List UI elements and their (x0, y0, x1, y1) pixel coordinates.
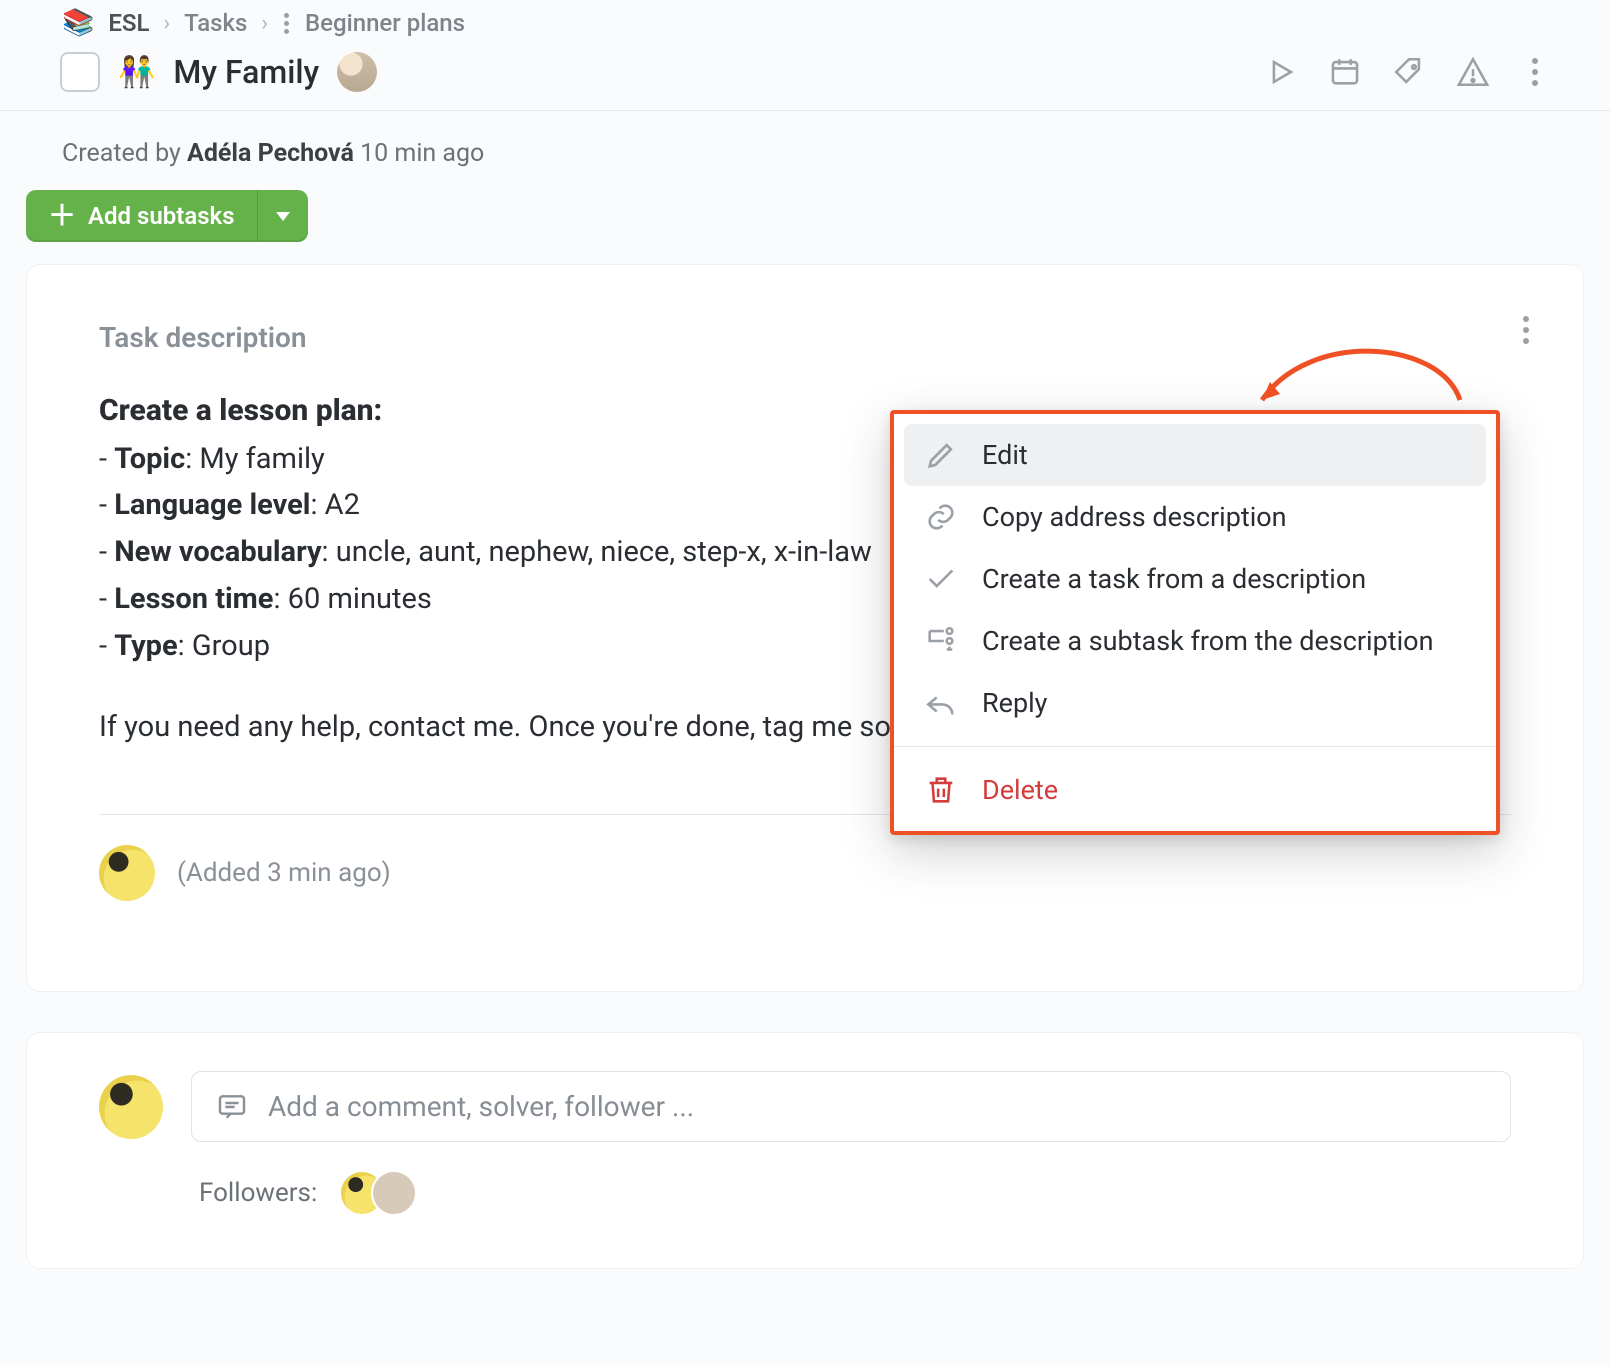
task-page: 📚 ESL › Tasks › Beginner plans 👫 My Fami… (0, 0, 1610, 1329)
comment-input[interactable]: Add a comment, solver, follower ... (191, 1071, 1511, 1142)
created-meta: Created by Adéla Pechová 10 min ago (0, 111, 1610, 168)
add-subtasks-label: Add subtasks (88, 202, 235, 230)
add-subtasks-button[interactable]: ＋ Add subtasks (26, 190, 308, 242)
add-subtasks-dropdown[interactable] (257, 190, 308, 242)
pencil-icon (924, 438, 958, 472)
menu-create-subtask[interactable]: Create a subtask from the description (894, 610, 1496, 672)
project-icon: 📚 (62, 8, 94, 38)
reply-icon (924, 686, 958, 720)
menu-reply[interactable]: Reply (894, 672, 1496, 734)
breadcrumb-section[interactable]: Tasks (184, 9, 247, 37)
menu-copy-address[interactable]: Copy address description (894, 486, 1496, 548)
task-header: 📚 ESL › Tasks › Beginner plans 👫 My Fami… (0, 0, 1610, 111)
assignee-avatar[interactable] (337, 52, 377, 92)
trash-icon (924, 773, 958, 807)
warning-icon[interactable] (1456, 55, 1490, 89)
created-time: 10 min ago (360, 139, 484, 168)
comment-card: Add a comment, solver, follower ... Foll… (26, 1032, 1584, 1269)
chevron-right-icon: › (261, 11, 268, 36)
complete-checkbox[interactable] (60, 52, 100, 92)
followers-stack[interactable] (339, 1170, 417, 1216)
added-time: (Added 3 min ago) (177, 858, 391, 888)
task-emoji: 👫 (118, 55, 155, 90)
chevron-right-icon: › (164, 11, 171, 36)
breadcrumb-project[interactable]: ESL (108, 9, 149, 37)
breadcrumb-current[interactable]: Beginner plans (305, 9, 465, 37)
menu-edit[interactable]: Edit (904, 424, 1486, 486)
plus-icon: ＋ (48, 202, 76, 230)
breadcrumb-more-icon[interactable] (282, 13, 291, 34)
tag-icon[interactable] (1392, 55, 1426, 89)
title-left: 👫 My Family (60, 52, 377, 92)
link-icon (924, 500, 958, 534)
description-heading: Task description (99, 321, 1511, 354)
followers-row: Followers: (199, 1170, 1511, 1216)
divider (894, 746, 1496, 747)
description-context-menu: Edit Copy address description Create a t… (890, 410, 1500, 835)
added-row: (Added 3 min ago) (99, 845, 1511, 901)
subtask-icon (924, 624, 958, 658)
calendar-icon[interactable] (1328, 55, 1362, 89)
created-author[interactable]: Adéla Pechová (187, 139, 354, 168)
description-more-button[interactable] (1511, 313, 1541, 347)
comment-icon (216, 1091, 248, 1123)
more-icon[interactable] (1520, 55, 1550, 89)
menu-create-task[interactable]: Create a task from a description (894, 548, 1496, 610)
play-icon[interactable] (1264, 55, 1298, 89)
check-icon (924, 562, 958, 596)
author-avatar[interactable] (99, 845, 155, 901)
task-title[interactable]: My Family (173, 53, 319, 91)
followers-label: Followers: (199, 1178, 317, 1208)
comment-placeholder: Add a comment, solver, follower ... (268, 1090, 694, 1123)
created-prefix: Created by (62, 139, 187, 168)
title-row: 👫 My Family (60, 52, 1550, 92)
current-user-avatar[interactable] (99, 1075, 163, 1139)
breadcrumb: 📚 ESL › Tasks › Beginner plans (60, 6, 1550, 48)
follower-avatar[interactable] (371, 1170, 417, 1216)
menu-delete[interactable]: Delete (894, 759, 1496, 821)
header-actions (1264, 55, 1550, 89)
